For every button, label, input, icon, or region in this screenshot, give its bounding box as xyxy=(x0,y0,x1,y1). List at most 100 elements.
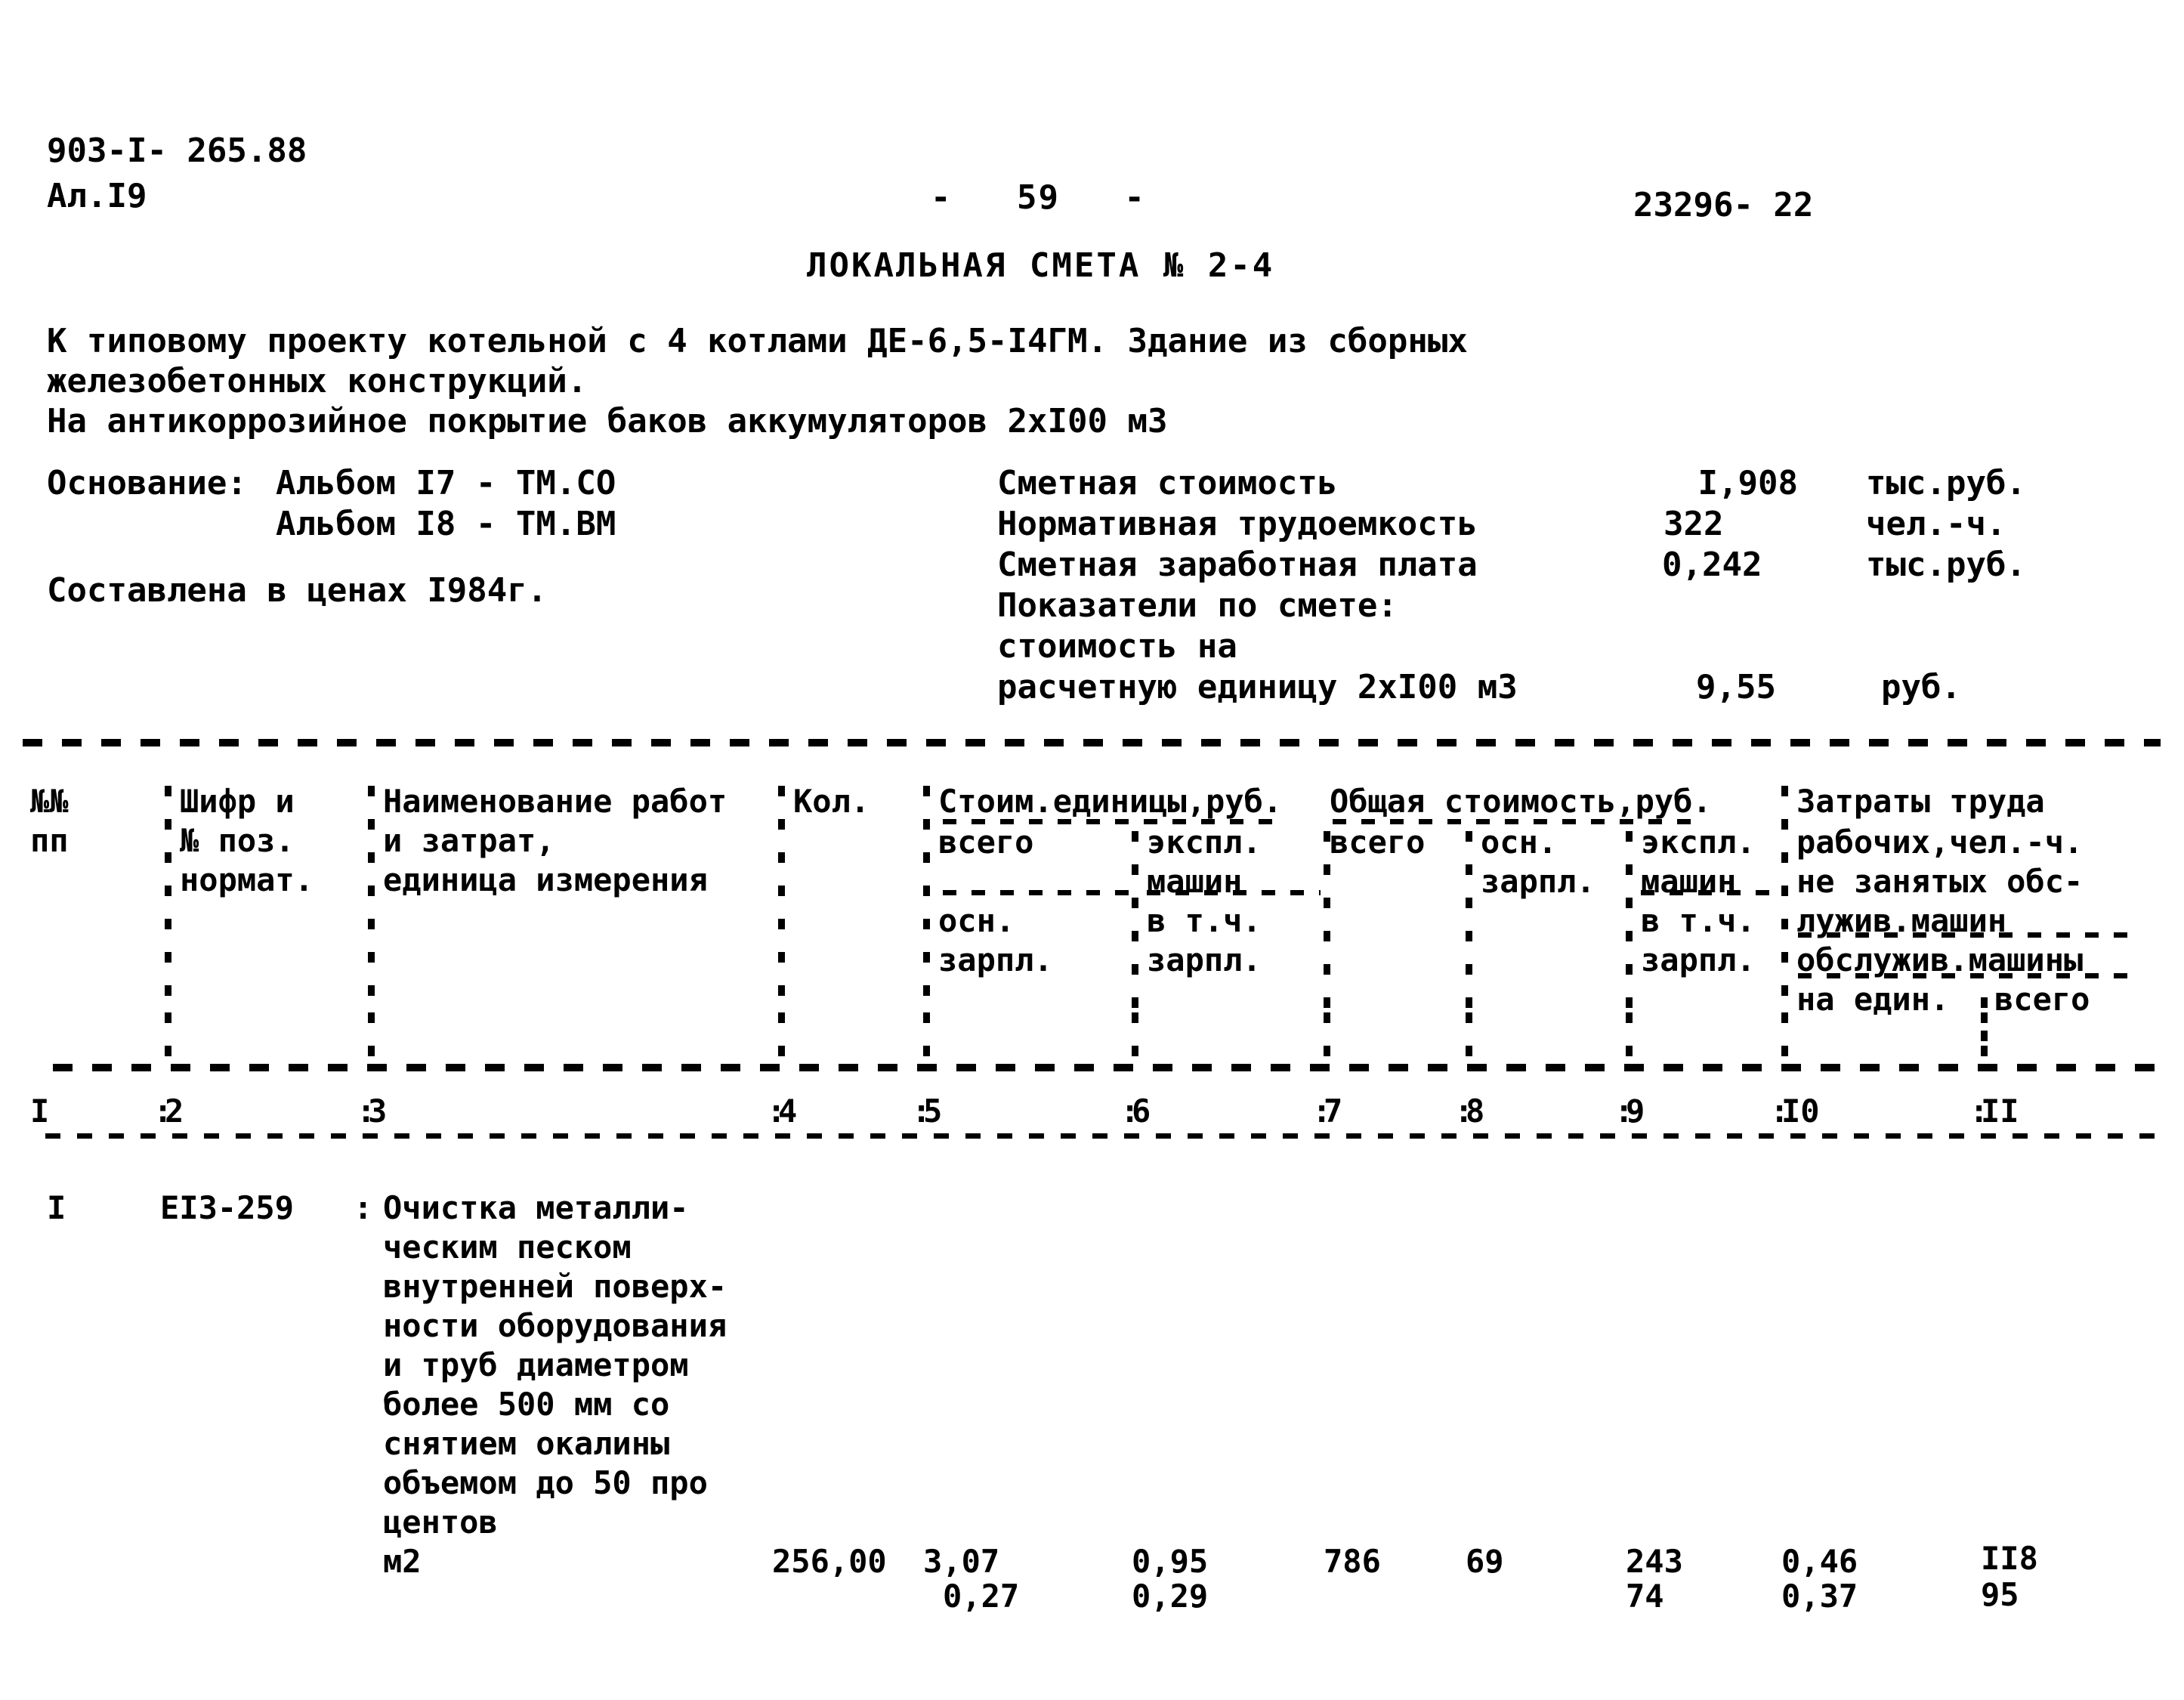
col-sep-8 xyxy=(1626,831,1633,1012)
th-mach-expl: экспл. xyxy=(1147,824,1262,861)
col-sep-4-tail xyxy=(923,1012,930,1065)
col-sep-5-tail xyxy=(1132,1012,1138,1065)
col-sep-2-tail xyxy=(368,1012,375,1065)
th-total-all: всего xyxy=(1330,824,1426,861)
th-labor-workers: рабочих,чел.-ч. xyxy=(1796,824,2084,861)
th-code-line2: № поз. xyxy=(180,822,295,859)
indicator-value: 9,55 xyxy=(1696,668,1776,706)
colnum-tick-6: : xyxy=(1120,1093,1140,1130)
row-desc-line-9: центов xyxy=(383,1504,498,1541)
summary-value-1: 322 xyxy=(1663,505,1724,543)
th-labor-total: всего xyxy=(1994,981,2090,1018)
row-desc-line-8: объемом до 50 про xyxy=(383,1464,708,1501)
col-sep-8-tail xyxy=(1626,1012,1633,1065)
intro-line-3: На антикоррозийное покрытие баков аккуму… xyxy=(47,402,1168,440)
th-unit-total: всего xyxy=(938,824,1034,861)
th-group-unit-cost: Стоим.единицы,руб. xyxy=(938,783,1283,820)
col-sep-5 xyxy=(1132,831,1138,1012)
group-1-sub-underline xyxy=(943,890,1132,895)
col-sep-10-tail xyxy=(1981,1012,1988,1065)
basis-line-1: Альбом I7 - ТМ.СО xyxy=(276,464,616,502)
column-numbers-rule xyxy=(45,1133,2161,1139)
row-code: EI3-259 xyxy=(160,1189,295,1226)
row-number: I xyxy=(47,1189,66,1226)
basis-line-2: Альбом I8 - ТМ.ВМ xyxy=(276,505,616,543)
basis-label: Основание: xyxy=(47,464,247,502)
archive-number: 23296- 22 xyxy=(1633,186,1814,224)
page-marker: - 59 - xyxy=(931,178,1146,217)
col-sep-1-tail xyxy=(165,1012,171,1065)
group-3-underline xyxy=(1798,932,2130,938)
th-total-mach-incl: в т.ч. xyxy=(1641,902,1756,939)
summary-label-0: Сметная стоимость xyxy=(997,464,1338,502)
indicator-unit: руб. xyxy=(1881,668,1961,706)
th-labor-per-unit: на един. xyxy=(1796,981,1950,1018)
col-sep-3-tail xyxy=(778,1012,785,1065)
col-sep-4 xyxy=(923,786,930,1012)
th-desc-line2: и затрат, xyxy=(383,822,555,859)
th-num-line1: №№ xyxy=(30,783,69,820)
th-labor-serving-machines: обслужив.машины xyxy=(1796,941,2084,978)
indicator-line-1: стоимость на xyxy=(997,627,1237,666)
th-code-line1: Шифр и xyxy=(180,783,295,820)
row-desc-line-2: ческим песком xyxy=(383,1229,632,1266)
summary-unit-2: тыс.руб. xyxy=(1866,546,2026,584)
summary-unit-0: тыс.руб. xyxy=(1866,464,2026,502)
row-labor-per-unit: 0,46 xyxy=(1781,1543,1858,1580)
group-1-mach-underline xyxy=(1147,890,1321,895)
th-total-wage: зарпл. xyxy=(1481,863,1596,900)
th-mach-wage: зарпл. xyxy=(1147,941,1262,978)
row-total-mach-wage: 74 xyxy=(1626,1578,1664,1615)
row-total-main-wage: 69 xyxy=(1466,1543,1504,1580)
row-labor-total-serv: 95 xyxy=(1981,1576,2019,1613)
row-total-all: 786 xyxy=(1324,1543,1381,1580)
intro-line-1: К типовому проекту котельной с 4 котлами… xyxy=(47,322,1468,360)
table-header-bottom-rule xyxy=(53,1064,2161,1071)
th-code-line3: нормат. xyxy=(180,861,314,898)
th-unit-main: осн. xyxy=(938,902,1015,939)
col-sep-3 xyxy=(778,786,785,1012)
col-sep-9-tail xyxy=(1781,1012,1788,1065)
colnum-tick-3: : xyxy=(357,1093,376,1130)
th-unit-wage: зарпл. xyxy=(938,941,1053,978)
group-2-mach-underline xyxy=(1641,890,1777,895)
row-labor-per-unit-serv: 0,37 xyxy=(1781,1578,1858,1615)
colnum-tick-7: : xyxy=(1312,1093,1332,1130)
album-line: Ал.I9 xyxy=(47,177,147,215)
th-group-total-cost: Общая стоимость,руб. xyxy=(1330,783,1712,820)
prices-year-line: Составлена в ценах I984г. xyxy=(47,571,548,610)
th-desc-line3: единица измерения xyxy=(383,861,708,898)
th-desc-line1: Наименование работ xyxy=(383,783,727,820)
colnum-tick-4: : xyxy=(767,1093,786,1130)
series-code: 903-I- 265.88 xyxy=(47,131,307,170)
col-sep-6-tail xyxy=(1324,1012,1330,1065)
colnum-tick-10: : xyxy=(1770,1093,1790,1130)
group-3-sub-underline xyxy=(1798,973,2142,978)
row-unit-cost-wage: 0,27 xyxy=(943,1578,1020,1615)
row-desc-line-6: более 500 мм со xyxy=(383,1386,670,1423)
th-total-main: осн. xyxy=(1481,824,1558,861)
th-total-mach-wage: зарпл. xyxy=(1641,941,1756,978)
row-desc-line-7: снятием окалины xyxy=(383,1425,670,1462)
row-unit: м2 xyxy=(383,1543,422,1580)
row-desc-line-5: и труб диаметром xyxy=(383,1346,689,1383)
row-code-colon: : xyxy=(354,1189,373,1226)
col-sep-2 xyxy=(368,786,375,1012)
document-page: 903-I- 265.88 Ал.I9 - 59 - 23296- 22 ЛОК… xyxy=(0,0,2184,1700)
colnum-tick-11: : xyxy=(1969,1093,1989,1130)
row-desc-line-4: ности оборудования xyxy=(383,1307,727,1344)
indicators-label: Показатели по смете: xyxy=(997,586,1398,625)
indicator-line-2: расчетную единицу 2хI00 м3 xyxy=(997,668,1518,706)
col-sep-1 xyxy=(165,786,171,1012)
th-labor-notserving: не занятых обс- xyxy=(1796,863,2084,900)
colnum-tick-8: : xyxy=(1454,1093,1474,1130)
summary-label-2: Сметная заработная плата xyxy=(997,546,1478,584)
row-unit-cost-total: 3,07 xyxy=(923,1543,1000,1580)
colnum-tick-9: : xyxy=(1614,1093,1634,1130)
row-unit-mach-total: 0,95 xyxy=(1132,1543,1209,1580)
row-desc-line-3: внутренней поверх- xyxy=(383,1268,727,1305)
summary-label-1: Нормативная трудоемкость xyxy=(997,505,1478,543)
intro-line-2: железобетонных конструкций. xyxy=(47,362,588,400)
table-top-rule xyxy=(23,739,2161,746)
colnum-tick-2: : xyxy=(153,1093,173,1130)
